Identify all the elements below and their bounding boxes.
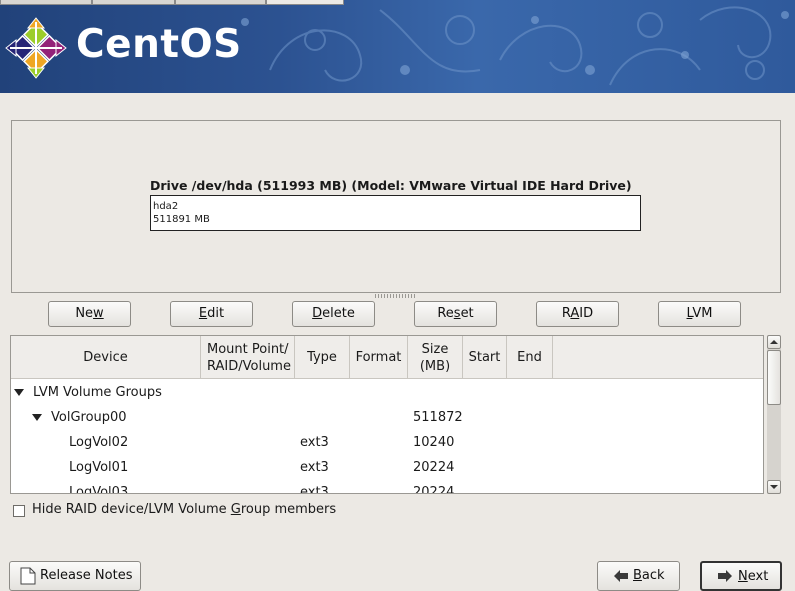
- table-row[interactable]: LogVol03 ext3 20224: [11, 480, 763, 493]
- table-scrollbar[interactable]: [767, 335, 781, 494]
- column-header-start[interactable]: Start: [463, 336, 507, 379]
- reset-button[interactable]: Reset: [414, 301, 497, 327]
- centos-logo-icon: [5, 17, 67, 79]
- scroll-down-button[interactable]: [767, 480, 781, 494]
- column-header-mount-point[interactable]: Mount Point/RAID/Volume: [201, 336, 295, 379]
- table-row[interactable]: VolGroup00 511872: [11, 405, 763, 430]
- lvm-button[interactable]: LVM: [658, 301, 741, 327]
- raid-button[interactable]: RAID: [536, 301, 619, 327]
- column-header-end[interactable]: End: [507, 336, 553, 379]
- scroll-thumb[interactable]: [767, 350, 781, 405]
- table-header: Device Mount Point/RAID/Volume Type Form…: [11, 336, 763, 379]
- next-button[interactable]: Next: [700, 561, 782, 591]
- document-icon: [20, 567, 36, 585]
- partition-map[interactable]: hda2 511891 MB: [150, 195, 641, 231]
- table-row[interactable]: LogVol01 ext3 20224: [11, 455, 763, 480]
- expander-down-icon[interactable]: [14, 389, 24, 396]
- table-row[interactable]: LVM Volume Groups: [11, 380, 763, 405]
- brand-wordmark: CentOS: [76, 22, 242, 67]
- top-tab: [0, 0, 92, 5]
- banner-swirl-decoration: [241, 6, 789, 86]
- column-header-format[interactable]: Format: [350, 336, 408, 379]
- scroll-up-button[interactable]: [767, 335, 781, 349]
- arrow-up-icon: [770, 340, 778, 344]
- arrow-left-icon: [614, 570, 628, 582]
- back-button[interactable]: Back: [597, 561, 680, 591]
- arrow-right-icon: [718, 570, 732, 582]
- top-tab: [92, 0, 175, 5]
- column-header-device[interactable]: Device: [11, 336, 201, 379]
- pane-resize-grip[interactable]: [375, 294, 415, 298]
- arrow-down-icon: [770, 485, 778, 489]
- partition-size: 511891 MB: [153, 214, 210, 225]
- expander-down-icon[interactable]: [32, 414, 42, 421]
- column-header-type[interactable]: Type: [295, 336, 350, 379]
- drive-panel: Drive /dev/hda (511993 MB) (Model: VMwar…: [11, 120, 781, 293]
- delete-button[interactable]: Delete: [292, 301, 375, 327]
- partition-name: hda2: [153, 201, 179, 212]
- column-header-size[interactable]: Size (MB): [408, 336, 463, 379]
- header-banner: CentOS: [0, 0, 795, 93]
- hide-members-checkbox[interactable]: [13, 505, 25, 517]
- release-notes-button[interactable]: Release Notes: [9, 561, 141, 591]
- hide-members-label[interactable]: Hide RAID device/LVM Volume Group member…: [32, 502, 336, 517]
- edit-button[interactable]: Edit: [170, 301, 253, 327]
- drive-title: Drive /dev/hda (511993 MB) (Model: VMwar…: [150, 178, 632, 193]
- partition-tree[interactable]: Device Mount Point/RAID/Volume Type Form…: [10, 335, 764, 494]
- new-button[interactable]: New: [48, 301, 131, 327]
- table-row[interactable]: LogVol02 ext3 10240: [11, 430, 763, 455]
